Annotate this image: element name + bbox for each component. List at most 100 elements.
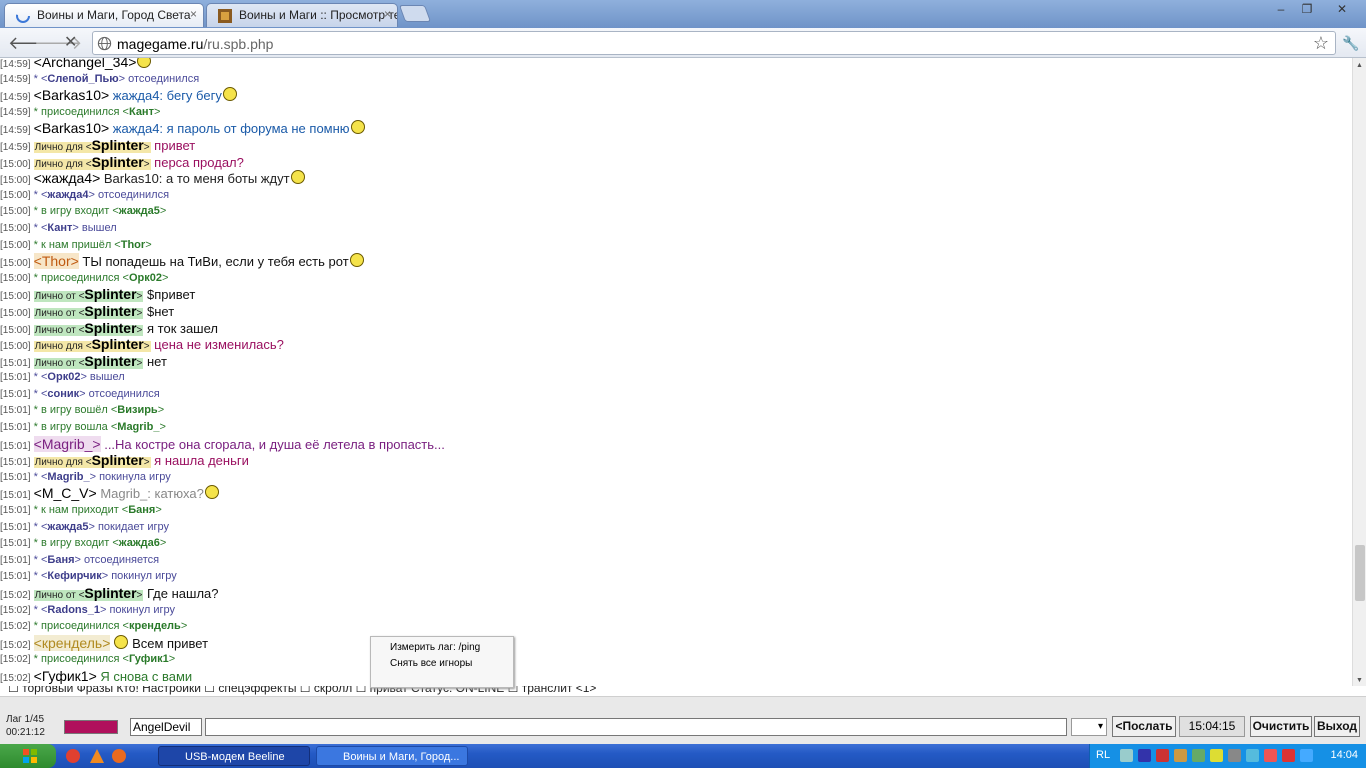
antivirus-tray-icon[interactable]	[1282, 749, 1295, 762]
network-tray-icon[interactable]	[1120, 749, 1133, 762]
security-tray-icon[interactable]	[1192, 749, 1205, 762]
user-nick-link[interactable]: <Archangel_34>	[34, 58, 137, 70]
private-label: Лично от <Splinter>	[33, 319, 144, 336]
user-nick-link[interactable]: Splinter	[92, 154, 144, 170]
language-indicator[interactable]: RL	[1096, 749, 1110, 761]
user-nick-link[interactable]: Splinter	[92, 137, 144, 153]
chat-scrollbar[interactable]: ▲ ▼	[1352, 58, 1366, 686]
shield-tray-icon[interactable]	[1210, 749, 1223, 762]
recipient-select[interactable]: ▾	[1071, 718, 1107, 736]
user-nick-link[interactable]: Кант	[129, 106, 154, 118]
minimize-button[interactable]: –	[1268, 0, 1294, 18]
user-nick-link[interactable]: жажда4	[47, 189, 88, 201]
user-nick-link[interactable]: Баня	[47, 554, 74, 566]
taskbar-item-modem[interactable]: USB-модем Beeline	[158, 746, 310, 766]
user-nick-link[interactable]: Splinter	[84, 286, 136, 302]
menu-item-ping[interactable]: Измерить лаг: /ping	[371, 637, 513, 655]
chat-line: [14:59] <Barkas10> жажда4: я пароль от ф…	[0, 120, 1352, 137]
smiley-icon	[204, 485, 219, 500]
clear-button[interactable]: Очистить	[1250, 716, 1312, 737]
user-nick-link[interactable]: Splinter	[84, 585, 136, 601]
new-tab-button[interactable]	[398, 5, 432, 22]
user-nick-link[interactable]: <Magrib_>	[33, 435, 101, 452]
scroll-up-icon[interactable]: ▲	[1356, 62, 1363, 69]
menu-item-clear-ignores[interactable]: Снять все игноры	[371, 655, 513, 673]
scroll-down-icon[interactable]: ▼	[1356, 677, 1363, 684]
chat-control-bar: Лаг 1/45 00:21:12 AngelDevil ▾ <Послать …	[0, 696, 1366, 744]
user-nick-link[interactable]: <Barkas10>	[34, 120, 110, 136]
user-nick-link[interactable]: Кефирчик	[47, 570, 101, 582]
user-nick-link[interactable]: жажда5	[119, 205, 160, 217]
user-nick-link[interactable]: <Thor>	[33, 253, 79, 270]
options-row[interactable]: ☐ торговый Фразы Кто! Настройки ☐ спецэф…	[0, 686, 1352, 696]
user-nick-link[interactable]: Кант	[47, 222, 72, 234]
message-text: цена не изменилась?	[150, 337, 284, 353]
user-nick-link[interactable]: Баня	[128, 504, 155, 516]
user-nick-link[interactable]: <Гуфик1>	[34, 668, 97, 684]
user-nick-link[interactable]: <Barkas10>	[34, 87, 110, 103]
user-nick-link[interactable]: Splinter	[84, 320, 136, 336]
user-nick-link[interactable]: Magrib_	[47, 471, 89, 483]
user-nick-link[interactable]: Thor	[121, 239, 145, 251]
chrome-quicklaunch-icon[interactable]	[66, 749, 80, 763]
vlc-quicklaunch-icon[interactable]	[90, 749, 104, 763]
update-tray-icon[interactable]	[1264, 749, 1277, 762]
user-nick-link[interactable]: Слепой_Пью	[47, 73, 118, 85]
browser-tab-inactive[interactable]: Воины и Маги :: Просмотр те ×	[206, 3, 398, 27]
nick-field[interactable]: AngelDevil	[130, 718, 202, 736]
user-nick-link[interactable]: Splinter	[92, 452, 144, 468]
user-nick-link[interactable]: <жажда4>	[34, 170, 101, 186]
user-nick-link[interactable]: жажда6	[119, 537, 160, 549]
info-tray-icon[interactable]	[1300, 749, 1313, 762]
scroll-thumb[interactable]	[1355, 545, 1365, 601]
user-nick-link[interactable]: жажда5	[47, 521, 88, 533]
usb-tray-icon[interactable]	[1228, 749, 1241, 762]
chat-log: [14:59] <Archangel_34> [14:59] * <Слепой_…	[0, 58, 1352, 686]
app-tray-icon[interactable]	[1174, 749, 1187, 762]
user-nick-link[interactable]: крендель	[129, 620, 181, 632]
browser-tab-active[interactable]: Воины и Маги, Город Света ×	[4, 3, 204, 27]
user-nick-link[interactable]: соник	[47, 388, 79, 400]
tab-close-icon[interactable]: ×	[190, 7, 197, 21]
message-input[interactable]	[205, 718, 1067, 736]
start-button[interactable]	[0, 744, 56, 768]
timestamp: [15:00]	[0, 239, 31, 251]
opera-tray-icon[interactable]	[1156, 749, 1169, 762]
user-nick-link[interactable]: Визирь	[117, 404, 157, 416]
chat-line: [15:02] <крендель> Всем привет	[0, 634, 1352, 652]
timestamp: [15:01]	[0, 471, 31, 483]
user-nick-link[interactable]: Splinter	[84, 353, 136, 369]
volume-tray-icon[interactable]	[1246, 749, 1259, 762]
taskbar-item-browser[interactable]: Воины и Маги, Город...	[316, 746, 468, 766]
user-nick-link[interactable]: Splinter	[84, 303, 136, 319]
send-button[interactable]: <Послать	[1112, 716, 1176, 737]
timestamp: [15:00]	[0, 272, 31, 284]
user-nick-link[interactable]: Splinter	[92, 336, 144, 352]
chat-line: [15:01] * <Баня> отсоединяется	[0, 552, 1352, 569]
restore-button[interactable]: ❐	[1294, 0, 1320, 18]
user-nick-link[interactable]: Орк02	[129, 272, 162, 284]
user-nick-link[interactable]: Гуфик1	[129, 653, 169, 665]
text-color-picker[interactable]	[64, 720, 118, 734]
timestamp: [15:00]	[0, 175, 31, 187]
close-window-button[interactable]: ✕	[1322, 0, 1362, 18]
user-nick-link[interactable]: Magrib_	[117, 421, 159, 433]
windows-logo-icon	[23, 749, 37, 763]
chat-line: [15:00] Лично для <Splinter> цена не изм…	[0, 336, 1352, 353]
url-path: /ru.spb.php	[203, 36, 274, 52]
user-nick-link[interactable]: <крендель>	[33, 634, 111, 651]
user-nick-link[interactable]: <M_C_V>	[34, 485, 97, 501]
firefox-quicklaunch-icon[interactable]	[112, 749, 126, 763]
tab-close-icon[interactable]: ×	[384, 7, 391, 21]
bookmark-star-icon[interactable]: ☆	[1313, 33, 1329, 54]
game-clock: 15:04:15	[1179, 716, 1245, 737]
user-nick-link[interactable]: Орк02	[47, 371, 80, 383]
chat-line: [15:01] * в игру входит <жажда6>	[0, 535, 1352, 552]
stop-icon[interactable]: ✕	[64, 33, 77, 53]
timestamp: [15:01]	[0, 538, 31, 550]
exit-button[interactable]: Выход	[1314, 716, 1360, 737]
wrench-icon[interactable]: 🔧	[1342, 33, 1359, 53]
user-nick-link[interactable]: Radons_1	[47, 604, 100, 616]
address-bar[interactable]: magegame.ru/ru.spb.php ☆	[92, 31, 1336, 55]
modem-tray-icon[interactable]	[1138, 749, 1151, 762]
